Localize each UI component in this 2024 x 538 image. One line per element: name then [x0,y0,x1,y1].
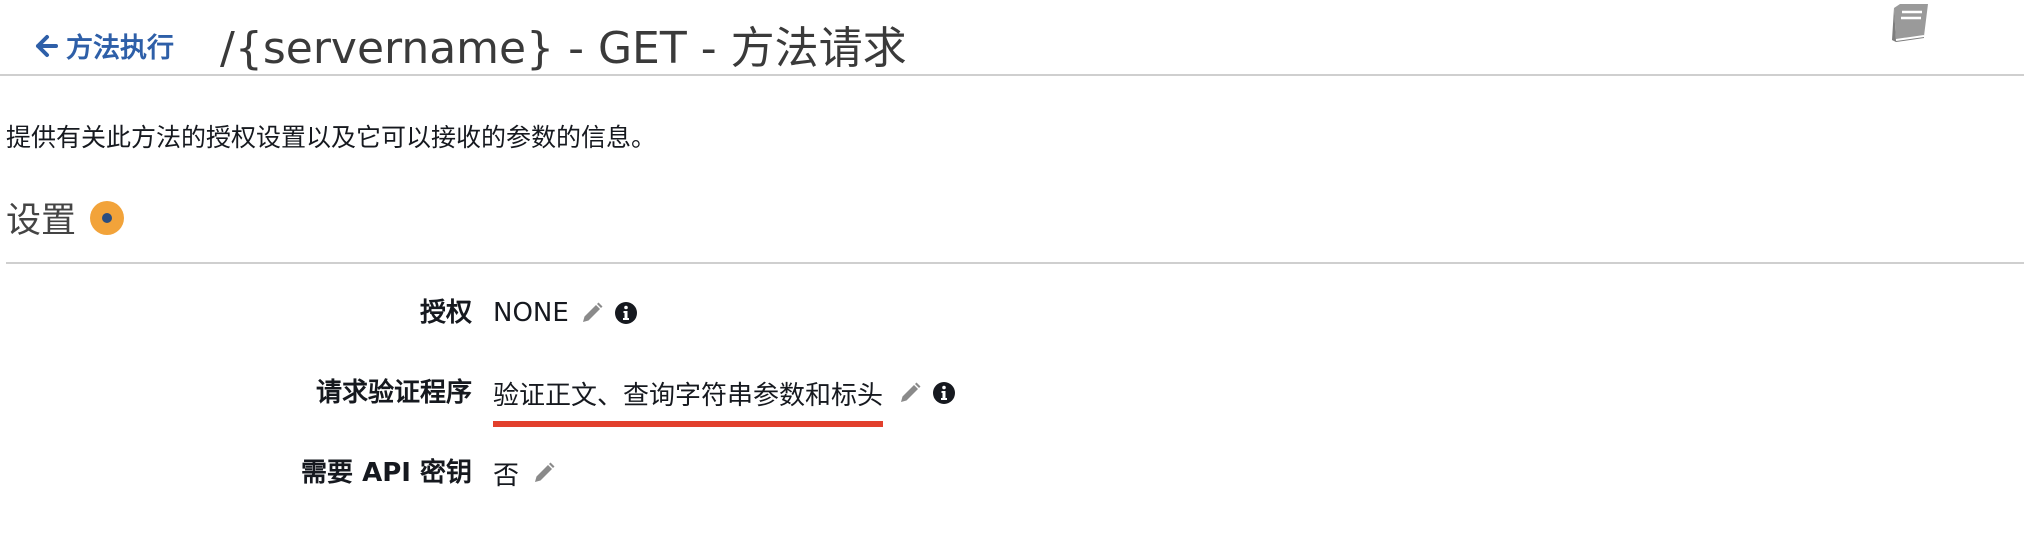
info-icon[interactable] [931,380,957,406]
page-title: /{servername} - GET - 方法请求 [220,23,907,74]
settings-section-header: 设置 [6,192,125,243]
highlight-underline [493,420,884,427]
settings-toggle-badge[interactable] [90,200,125,235]
settings-section-title: 设置 [6,201,77,241]
setting-row-authorization: 授权 NONE [0,293,2024,333]
info-icon[interactable] [613,300,639,326]
back-link-label: 方法执行 [66,33,174,64]
setting-value-group: 否 [493,453,557,493]
arrow-left-icon [34,33,60,59]
badge-dot-icon [102,212,113,223]
pencil-icon[interactable] [579,300,605,326]
page-description: 提供有关此方法的授权设置以及它可以接收的参数的信息。 [6,123,657,152]
page-header: 方法执行 /{servername} - GET - 方法请求 [0,0,2024,76]
setting-label: 需要 API 密钥 [301,458,472,488]
setting-value: 否 [493,460,520,491]
setting-row-request-validator: 请求验证程序 验证正文、查询字符串参数和标头 [0,373,2024,427]
book-icon[interactable] [1886,2,1932,44]
setting-row-api-key-required: 需要 API 密钥 否 [0,453,2024,493]
setting-value: 验证正文、查询字符串参数和标头 [493,375,884,427]
setting-value-text: 验证正文、查询字符串参数和标头 [493,380,884,411]
setting-value-group: NONE [493,293,639,333]
setting-label: 授权 [419,298,472,328]
pencil-icon[interactable] [531,460,557,486]
section-divider [6,262,2024,264]
back-to-method-execution-link[interactable]: 方法执行 [34,26,174,65]
pencil-icon[interactable] [897,380,923,406]
setting-value-group: 验证正文、查询字符串参数和标头 [493,373,957,427]
setting-value: NONE [493,298,569,328]
method-request-page: 方法执行 /{servername} - GET - 方法请求 提供有关此方法的… [0,0,2024,538]
setting-label: 请求验证程序 [315,378,472,408]
